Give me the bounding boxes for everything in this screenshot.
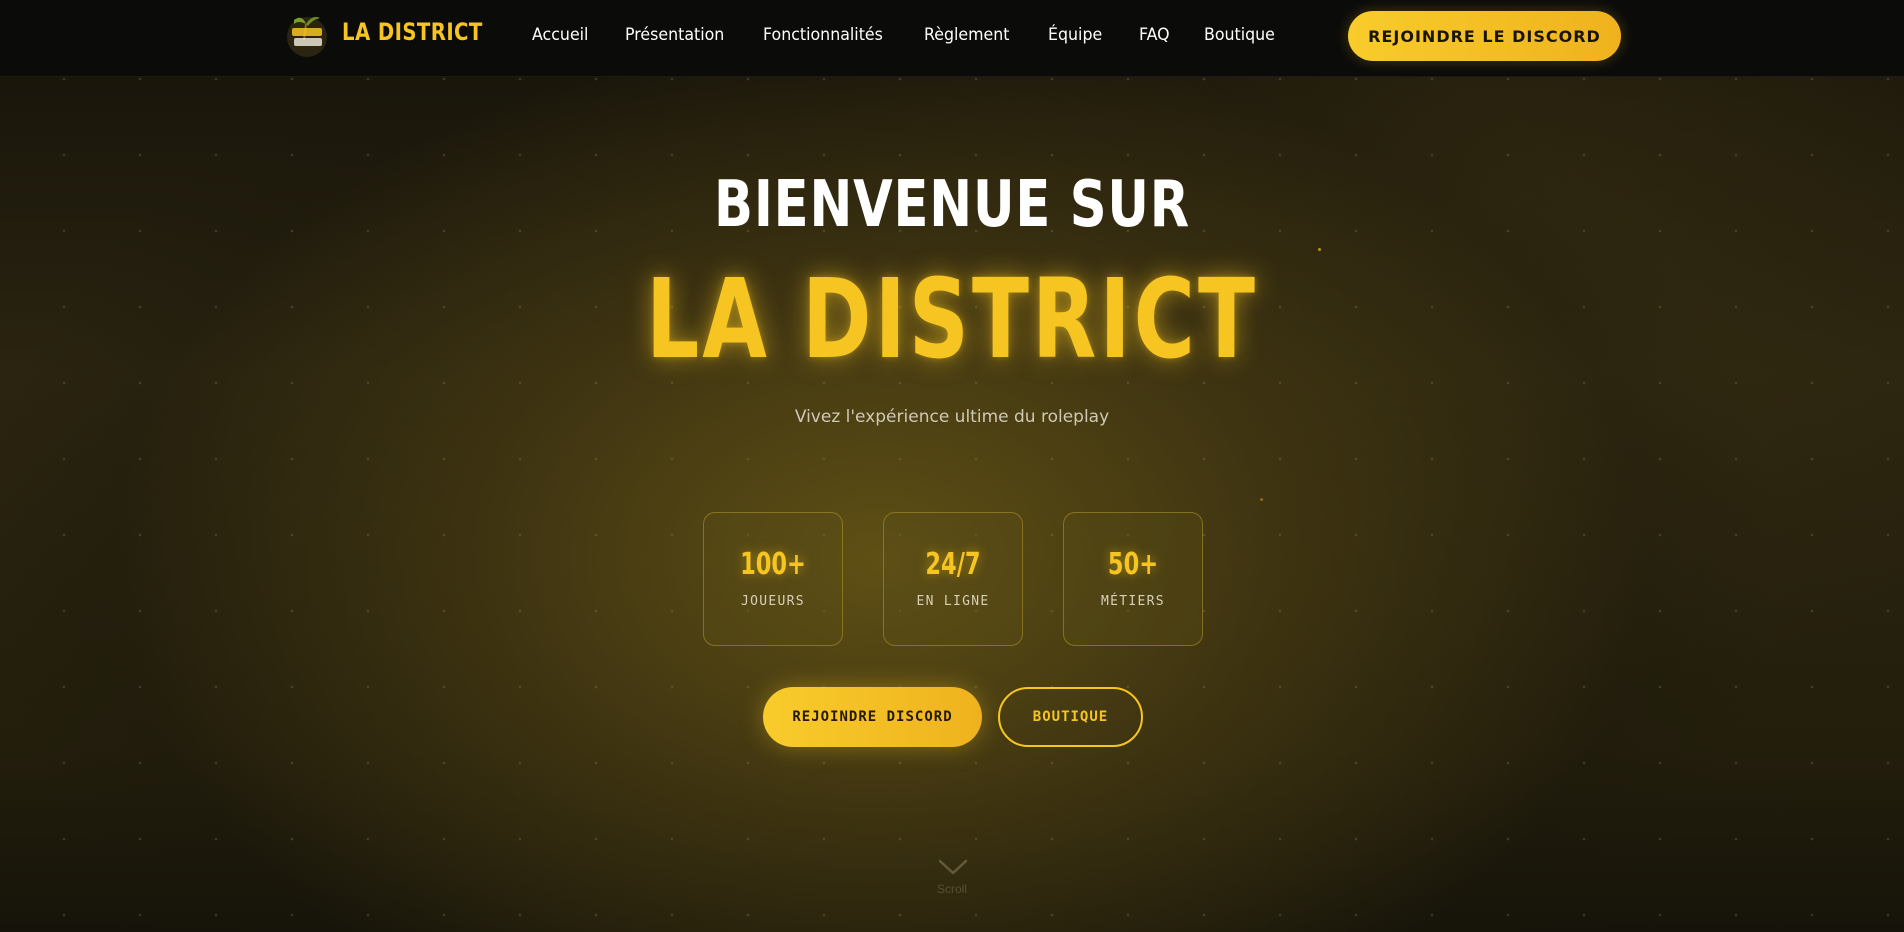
stat-label: EN LIGNE <box>916 594 990 609</box>
nav-item-accueil[interactable]: Accueil <box>532 25 588 45</box>
stat-label: MÉTIERS <box>1101 594 1165 609</box>
main-menu: Accueil Présentation Fonctionnalités Règ… <box>532 25 1312 45</box>
stat-value: 24/7 <box>925 547 981 582</box>
chevron-down-icon[interactable] <box>938 858 968 876</box>
nav-item-presentation[interactable]: Présentation <box>625 25 724 45</box>
stat-label: JOUEURS <box>741 594 805 609</box>
hero-title: LA DISTRICT <box>645 255 1259 383</box>
join-discord-button[interactable]: REJOINDRE DISCORD <box>763 687 982 747</box>
scroll-label: Scroll <box>936 882 967 896</box>
palm-logo-icon[interactable] <box>282 10 332 60</box>
nav-item-faq[interactable]: FAQ <box>1139 25 1170 45</box>
stat-value: 100+ <box>740 547 806 582</box>
nav-item-boutique[interactable]: Boutique <box>1204 25 1275 45</box>
hero-tagline: Vivez l'expérience ultime du roleplay <box>794 407 1110 427</box>
top-navbar: LA DISTRICT Accueil Présentation Fonctio… <box>0 0 1904 77</box>
brand-name[interactable]: LA DISTRICT <box>342 18 483 46</box>
spark-particle <box>1260 498 1263 501</box>
nav-item-fonctionnalites[interactable]: Fonctionnalités <box>763 25 883 45</box>
shop-button[interactable]: BOUTIQUE <box>998 687 1143 747</box>
spark-particle <box>1318 248 1321 251</box>
join-discord-nav-button[interactable]: REJOINDRE LE DISCORD <box>1348 11 1621 61</box>
nav-item-equipe[interactable]: Équipe <box>1048 25 1102 45</box>
nav-item-reglement[interactable]: Règlement <box>924 25 1010 45</box>
stat-card-jobs: 50+ MÉTIERS <box>1063 512 1203 646</box>
stat-value: 50+ <box>1107 547 1159 582</box>
welcome-heading: BIENVENUE SUR <box>714 168 1190 242</box>
stat-card-online: 24/7 EN LIGNE <box>883 512 1023 646</box>
stat-card-players: 100+ JOUEURS <box>703 512 843 646</box>
